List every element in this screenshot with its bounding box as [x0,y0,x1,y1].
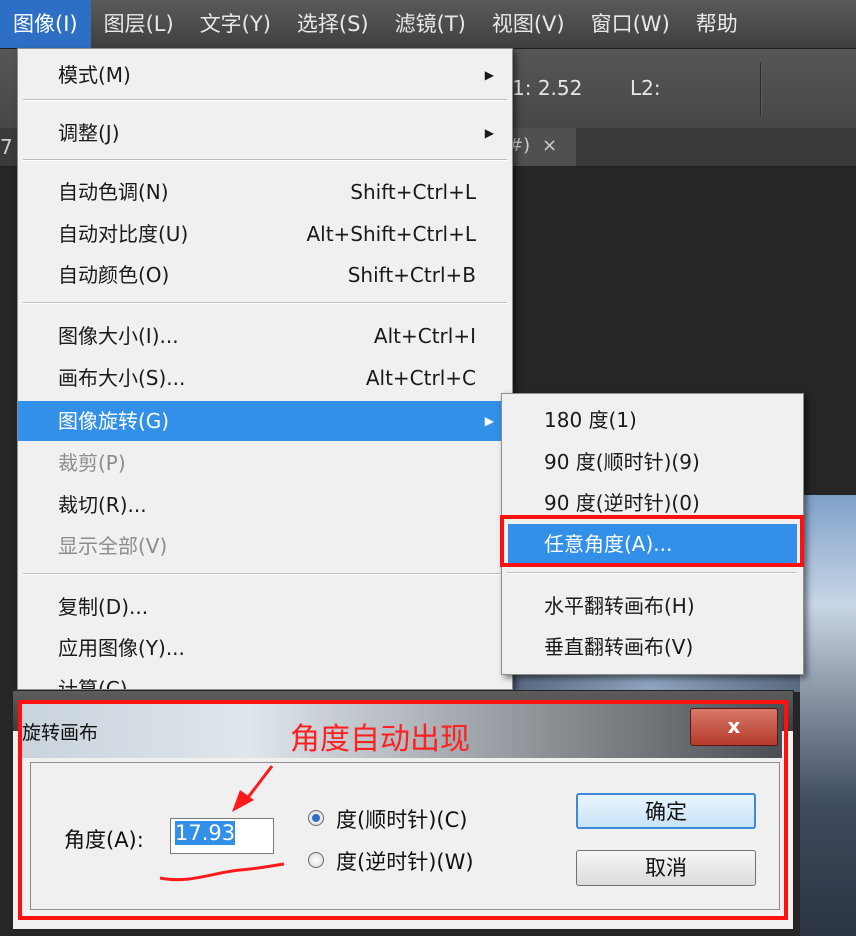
annotation-arrow-icon [159,765,285,882]
